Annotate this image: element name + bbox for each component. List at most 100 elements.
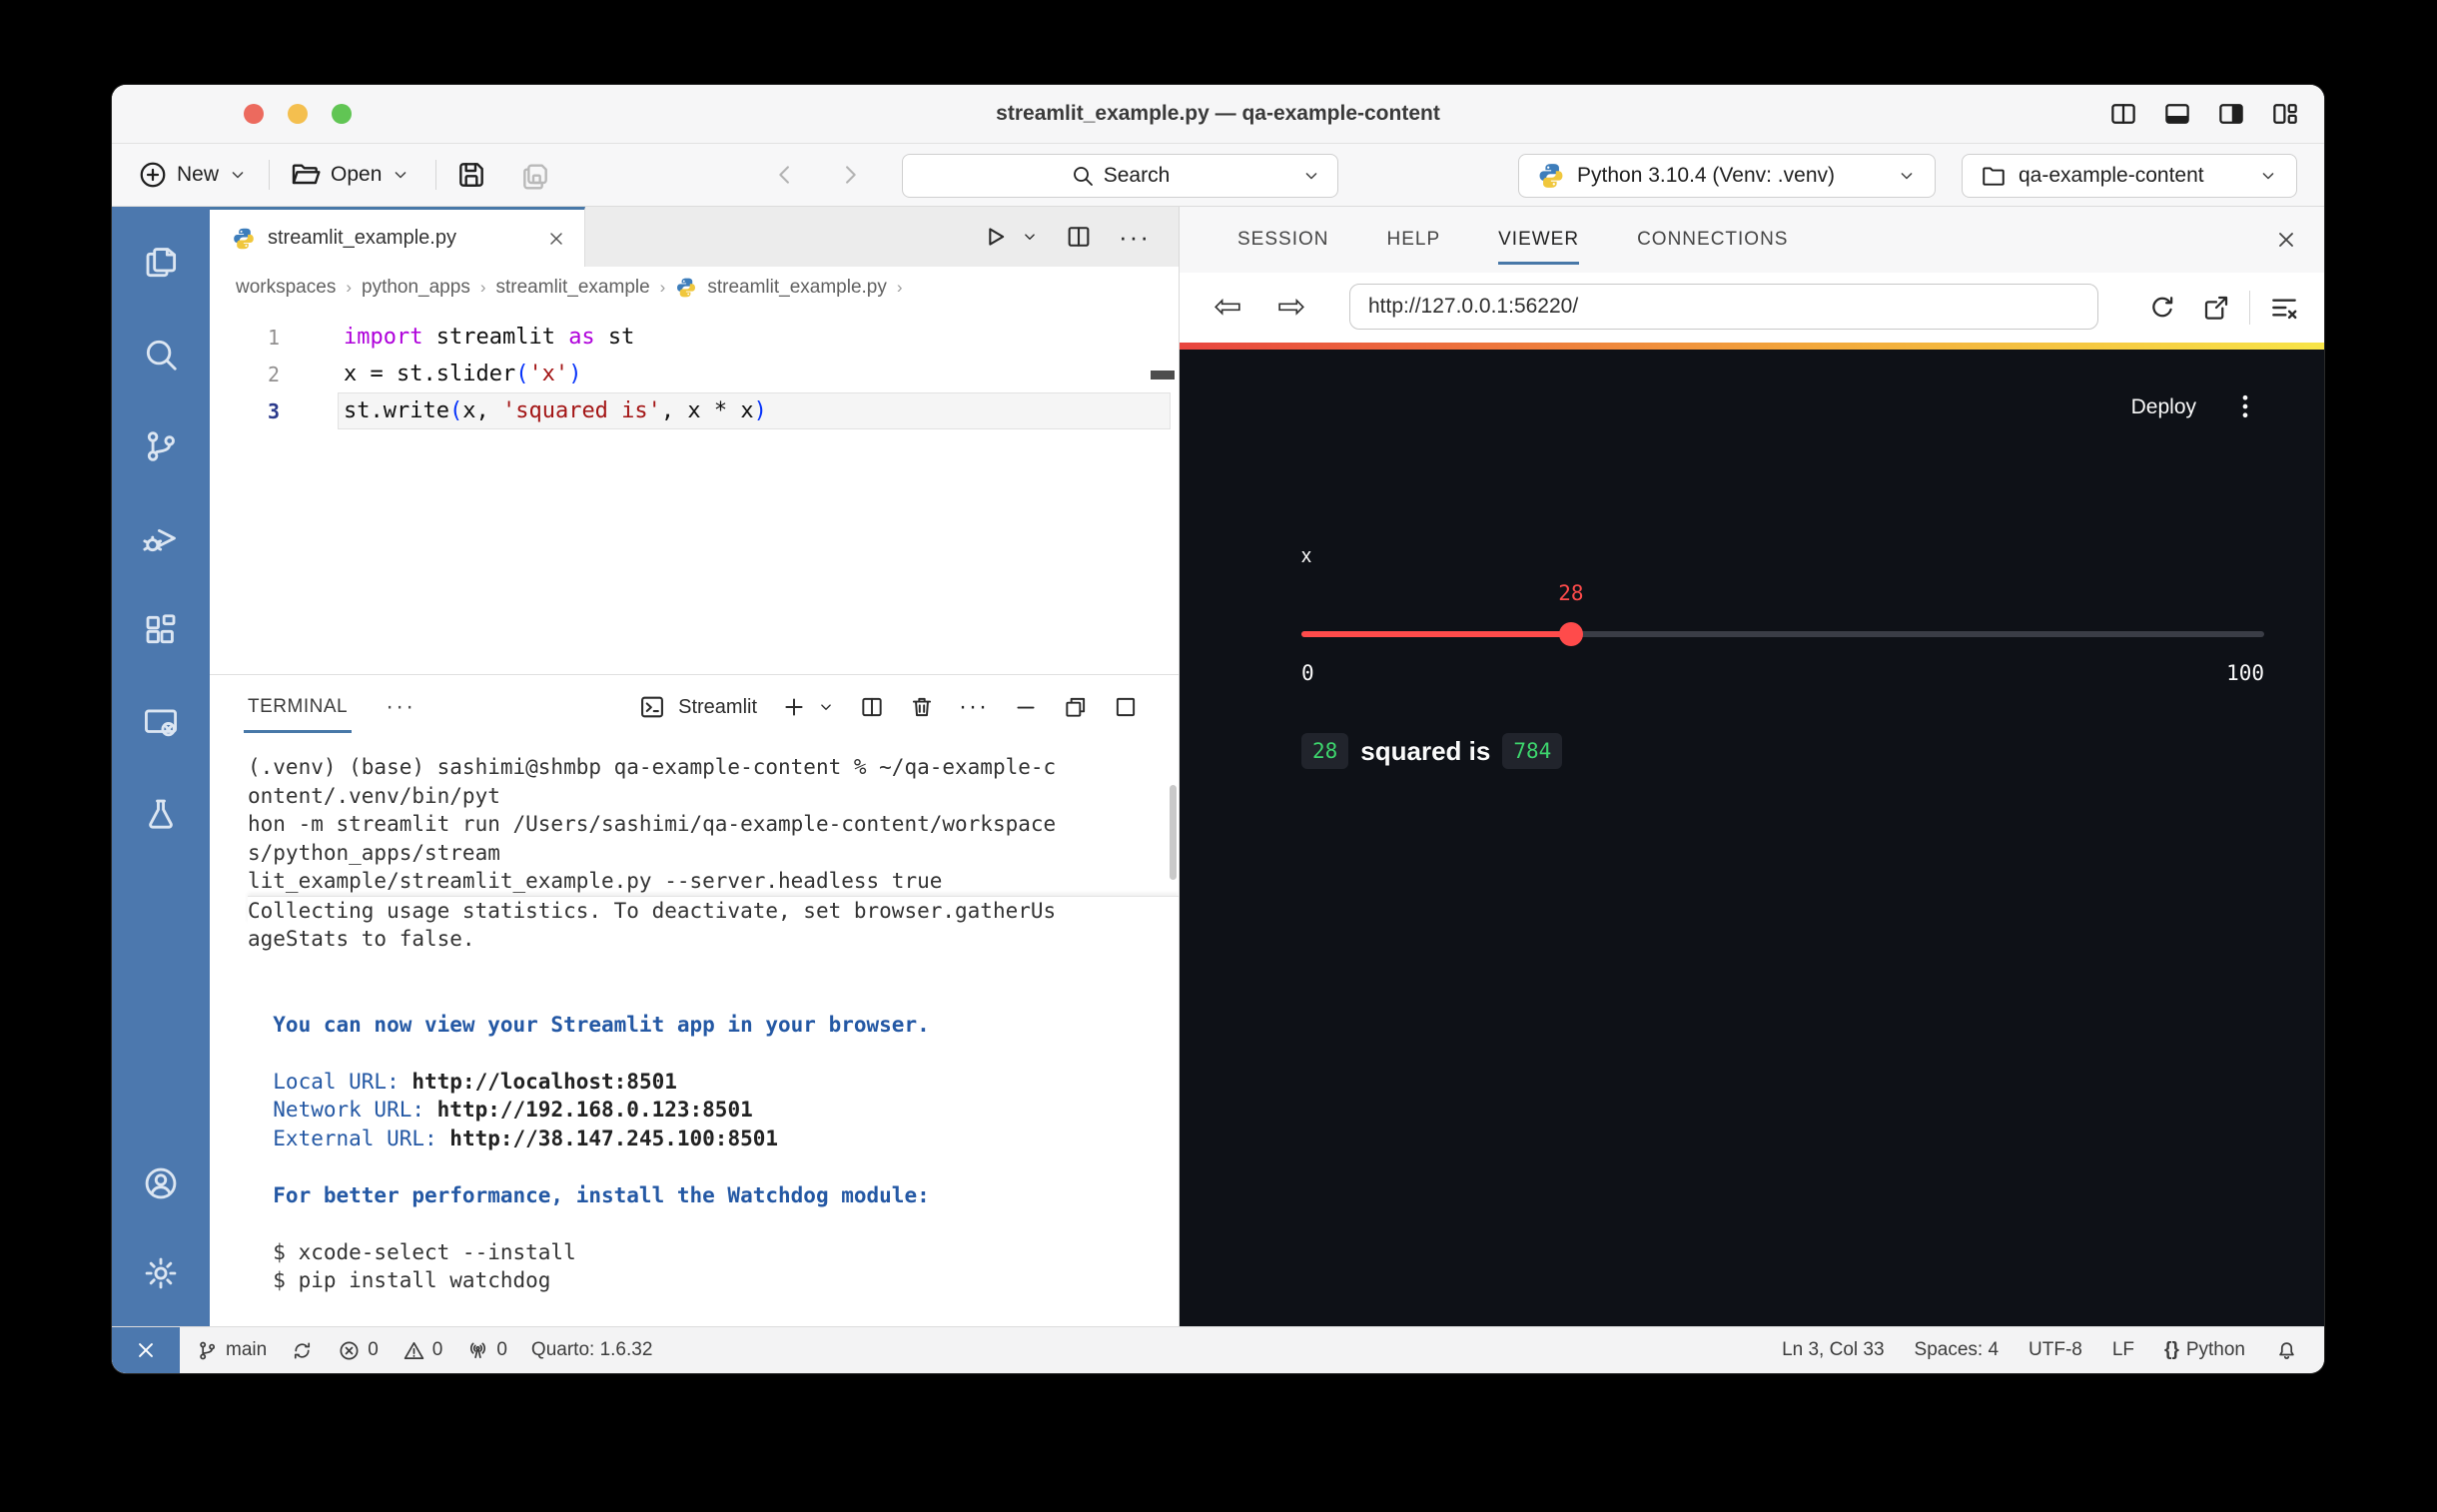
breadcrumb-separator: › bbox=[897, 278, 903, 298]
code-line[interactable]: 2x = st.slider('x') bbox=[210, 356, 1179, 392]
tab-streamlit-example[interactable]: streamlit_example.py bbox=[210, 207, 585, 267]
layout-custom-icon[interactable] bbox=[2270, 99, 2300, 129]
forward-arrow-icon[interactable]: ⇨ bbox=[1277, 287, 1306, 327]
plus-icon[interactable] bbox=[781, 694, 807, 720]
new-button-label: New bbox=[177, 163, 219, 187]
sidebar-item-console-session[interactable] bbox=[112, 676, 210, 768]
breadcrumb-separator: › bbox=[660, 278, 666, 298]
panel-tab-connections[interactable]: CONNECTIONS bbox=[1637, 207, 1788, 273]
status-item-0[interactable]: 0 bbox=[338, 1339, 379, 1362]
breadcrumb-item[interactable]: streamlit_example.py bbox=[707, 277, 887, 299]
project-selector[interactable]: qa-example-content bbox=[1962, 154, 2297, 198]
console-session-icon bbox=[142, 703, 180, 741]
caret-down-icon[interactable] bbox=[1021, 228, 1039, 246]
maximize-panel-icon[interactable] bbox=[1113, 694, 1139, 720]
layout-panel-bottom-icon[interactable] bbox=[2162, 99, 2192, 129]
status-item-0[interactable]: 0 bbox=[403, 1339, 443, 1362]
new-button[interactable]: New bbox=[138, 144, 248, 206]
terminal-line: External URL: http://38.147.245.100:8501 bbox=[248, 1125, 1179, 1153]
status-item-0[interactable]: 0 bbox=[466, 1339, 507, 1362]
more-ellipsis-icon[interactable]: ··· bbox=[1119, 222, 1151, 253]
status-item-main[interactable]: main bbox=[196, 1339, 267, 1362]
sidebar-item-extensions[interactable] bbox=[112, 584, 210, 676]
sidebar-item-source-control[interactable] bbox=[112, 400, 210, 492]
close-tab-icon[interactable] bbox=[546, 229, 566, 249]
result-square-badge: 784 bbox=[1502, 733, 1562, 769]
panel-tab-session[interactable]: SESSION bbox=[1237, 207, 1328, 273]
deploy-button[interactable]: Deploy bbox=[2131, 395, 2196, 419]
open-button[interactable]: Open bbox=[290, 144, 410, 206]
viewer-nav-bar: ⇦ ⇨ http://127.0.0.1:56220/ bbox=[1180, 273, 2324, 343]
save-all-icon bbox=[519, 159, 551, 191]
toolbar-divider bbox=[269, 160, 270, 190]
sidebar-item-explorer[interactable] bbox=[112, 217, 210, 309]
open-external-icon[interactable] bbox=[2201, 293, 2231, 323]
run-icon[interactable] bbox=[981, 223, 1009, 251]
result-row: 28 squared is 784 bbox=[1301, 733, 1562, 769]
breadcrumb-item[interactable]: python_apps bbox=[362, 277, 470, 299]
account-icon bbox=[142, 1164, 180, 1202]
interpreter-selector[interactable]: Python 3.10.4 (Venv: .venv) bbox=[1518, 154, 1936, 198]
layout-panel-right-icon[interactable] bbox=[2216, 99, 2246, 129]
status-item-spaces-4[interactable]: Spaces: 4 bbox=[1915, 1339, 2000, 1361]
status-item-sync[interactable] bbox=[291, 1339, 314, 1362]
status-item-python[interactable]: {}Python bbox=[2164, 1339, 2245, 1361]
status-item-utf-8[interactable]: UTF-8 bbox=[2029, 1339, 2082, 1361]
clear-list-icon[interactable] bbox=[2268, 292, 2300, 324]
explorer-icon bbox=[142, 244, 180, 282]
title-bar: streamlit_example.py — qa-example-conten… bbox=[112, 85, 2324, 144]
status-item-bell[interactable] bbox=[2275, 1339, 2298, 1362]
sidebar-item-settings[interactable] bbox=[112, 1228, 210, 1318]
project-label: qa-example-content bbox=[2019, 164, 2204, 188]
titlebar-layout-icons bbox=[2108, 85, 2300, 143]
caret-down-icon[interactable] bbox=[817, 698, 835, 716]
save-button[interactable] bbox=[455, 144, 487, 206]
split-editor-icon[interactable] bbox=[1065, 223, 1093, 251]
slider-label: x bbox=[1301, 545, 1311, 568]
restore-panel-icon[interactable] bbox=[1063, 694, 1089, 720]
code-line[interactable]: 1import streamlit as st bbox=[210, 319, 1179, 356]
terminal-more-icon[interactable]: ··· bbox=[386, 693, 415, 721]
history-back-button[interactable] bbox=[771, 144, 799, 206]
terminal-actions: Streamlit ··· bbox=[638, 675, 1139, 739]
sidebar-item-run-debug[interactable] bbox=[112, 492, 210, 584]
sidebar-item-search[interactable] bbox=[112, 309, 210, 400]
status-item-lf[interactable]: LF bbox=[2112, 1339, 2134, 1361]
trash-icon[interactable] bbox=[909, 694, 935, 720]
main-area: streamlit_example.py ··· workspaces › pyth… bbox=[112, 207, 2324, 1326]
sidebar-item-account[interactable] bbox=[112, 1138, 210, 1228]
reload-icon[interactable] bbox=[2147, 293, 2177, 323]
code-editor[interactable]: 1import streamlit as st2x = st.slider('x… bbox=[210, 309, 1179, 674]
panel-tab-viewer[interactable]: VIEWER bbox=[1498, 207, 1579, 273]
breadcrumb-item[interactable]: workspaces bbox=[236, 277, 336, 299]
sidebar-item-testing[interactable] bbox=[112, 768, 210, 860]
terminal-output[interactable]: (.venv) (base) sashimi@shmbp qa-example-… bbox=[210, 739, 1179, 1326]
back-arrow-icon[interactable]: ⇦ bbox=[1214, 287, 1242, 327]
terminal-scrollbar[interactable] bbox=[1170, 785, 1177, 880]
status-item-quarto-1-6-32[interactable]: Quarto: 1.6.32 bbox=[531, 1339, 652, 1361]
terminal-panel-title[interactable]: TERMINAL bbox=[248, 675, 348, 739]
split-terminal-icon[interactable] bbox=[859, 694, 885, 720]
breadcrumb-separator: › bbox=[346, 278, 352, 298]
slider-min-label: 0 bbox=[1301, 661, 1314, 685]
more-ellipsis-icon[interactable]: ··· bbox=[959, 693, 989, 721]
terminal-line: $ pip install watchdog bbox=[248, 1266, 1179, 1295]
run-debug-icon bbox=[142, 519, 180, 557]
slider-track[interactable] bbox=[1301, 631, 2264, 637]
url-input[interactable]: http://127.0.0.1:56220/ bbox=[1349, 284, 2098, 330]
panel-tab-help[interactable]: HELP bbox=[1386, 207, 1440, 273]
terminal-session-label[interactable]: Streamlit bbox=[678, 696, 757, 719]
history-forward-button[interactable] bbox=[836, 144, 864, 206]
app-menu-icon[interactable] bbox=[2230, 391, 2260, 421]
code-line[interactable]: 3st.write(x, 'squared is', x * x) bbox=[210, 392, 1179, 429]
breadcrumb-item[interactable]: streamlit_example bbox=[496, 277, 650, 299]
save-all-button[interactable] bbox=[519, 144, 551, 206]
minimize-panel-icon[interactable] bbox=[1013, 694, 1039, 720]
close-panel-icon[interactable] bbox=[2274, 207, 2298, 273]
slider-thumb[interactable] bbox=[1559, 622, 1583, 646]
search-input[interactable]: Search bbox=[902, 154, 1338, 198]
status-item-ln-3-col-33[interactable]: Ln 3, Col 33 bbox=[1782, 1339, 1884, 1361]
layout-columns-icon[interactable] bbox=[2108, 99, 2138, 129]
toolbar-divider bbox=[435, 160, 436, 190]
remote-indicator[interactable] bbox=[112, 1327, 180, 1373]
